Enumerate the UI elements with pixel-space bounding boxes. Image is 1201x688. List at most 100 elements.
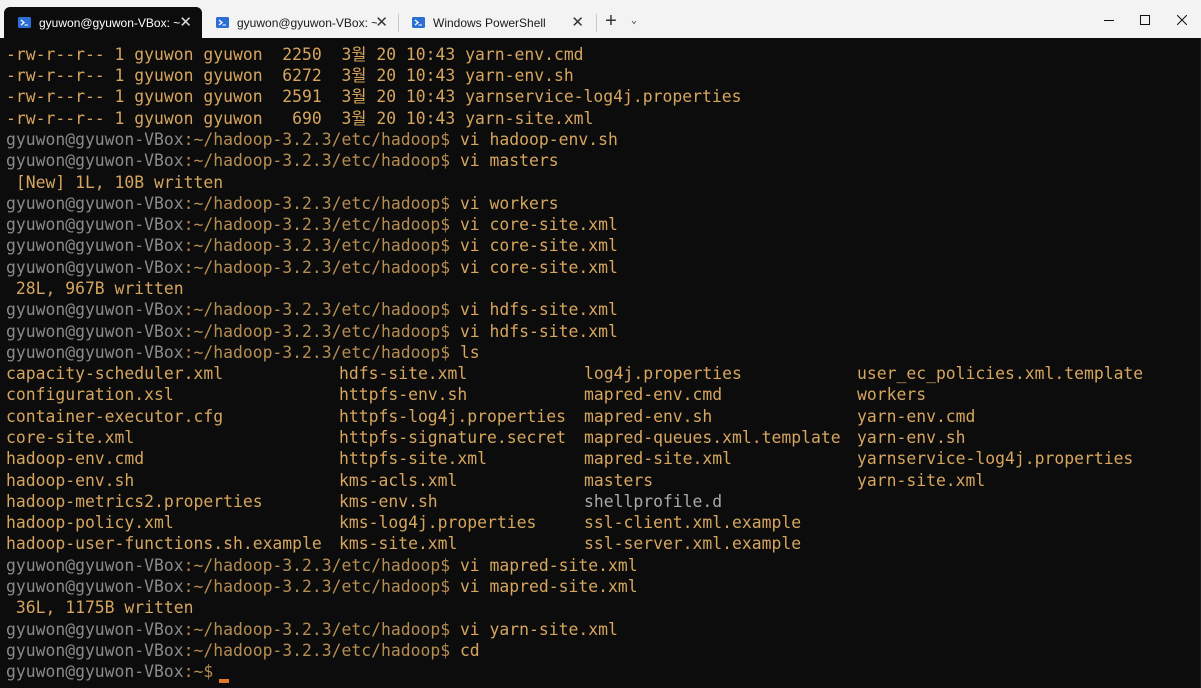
ls-row: core-site.xml <box>6 427 134 448</box>
ls-entry: mapred-queues.xml.template <box>584 428 841 447</box>
ls-entry: configuration.xsl <box>6 385 174 404</box>
file-listing-line: -rw-r--r-- 1 gyuwon gyuwon 2250 3월 20 10… <box>6 45 584 64</box>
prompt-path: :~/hadoop-3.2.3/etc/hadoop$ <box>183 300 451 319</box>
prompt-path: :~/hadoop-3.2.3/etc/hadoop$ <box>183 215 451 234</box>
prompt-user: gyuwon@gyuwon-VBox <box>6 343 184 362</box>
prompt-path: :~/hadoop-3.2.3/etc/hadoop$ <box>183 322 451 341</box>
close-tab-icon[interactable]: ✕ <box>375 15 388 30</box>
ls-entry: kms-log4j.properties <box>339 513 537 532</box>
tab-title: gyuwon@gyuwon-VBox: ~/da <box>237 15 377 30</box>
minimize-icon <box>1104 20 1114 21</box>
prompt-user: gyuwon@gyuwon-VBox <box>6 130 184 149</box>
output-message: 36L, 1175B written <box>6 598 194 617</box>
current-prompt-line[interactable]: gyuwon@gyuwon-VBox:~$ <box>6 661 230 683</box>
ls-entry: capacity-scheduler.xml <box>6 364 224 383</box>
window-close-button[interactable] <box>1159 5 1201 35</box>
prompt-path: :~/hadoop-3.2.3/etc/hadoop$ <box>183 620 451 639</box>
ls-entry: yarnservice-log4j.properties <box>857 449 1134 468</box>
ls-row: configuration.xsl <box>6 384 174 405</box>
ls-entry: mapred-env.cmd <box>584 385 723 404</box>
prompt-path: :~/hadoop-3.2.3/etc/hadoop$ <box>183 151 451 170</box>
ls-entry: httpfs-env.sh <box>339 385 468 404</box>
title-bar: gyuwon@gyuwon-VBox: ~ ✕ gyuwon@gyuwon-VB… <box>0 0 1201 38</box>
new-tab-button[interactable]: + <box>600 9 622 33</box>
tab-title: Windows PowerShell <box>433 15 546 30</box>
ls-row: hadoop-policy.xml <box>6 512 174 533</box>
prompt-user: gyuwon@gyuwon-VBox <box>6 151 184 170</box>
close-tab-icon[interactable]: ✕ <box>179 15 192 30</box>
ls-row: hadoop-env.sh <box>6 470 134 491</box>
ls-entry: mapred-env.sh <box>584 407 713 426</box>
prompt-user: gyuwon@gyuwon-VBox <box>6 662 184 681</box>
ls-row: hadoop-user-functions.sh.example <box>6 533 322 554</box>
prompt-user: gyuwon@gyuwon-VBox <box>6 258 184 277</box>
powershell-prompt-icon <box>412 17 425 28</box>
close-tab-icon[interactable]: ✕ <box>571 15 584 30</box>
command-line: gyuwon@gyuwon-VBox:~/hadoop-3.2.3/etc/ha… <box>6 214 618 235</box>
command-line: gyuwon@gyuwon-VBox:~/hadoop-3.2.3/etc/ha… <box>6 299 618 320</box>
command-text: vi mapred-site.xml <box>459 577 638 596</box>
command-text: vi mapred-site.xml <box>459 556 638 575</box>
ls-entry: yarn-site.xml <box>857 471 986 490</box>
ls-entry: kms-site.xml <box>339 534 458 553</box>
text-cursor <box>219 679 230 683</box>
output-message: 28L, 967B written <box>6 279 184 298</box>
ls-row: container-executor.cfg <box>6 406 223 427</box>
ls-entry: kms-acls.xml <box>339 471 458 490</box>
tab-title: gyuwon@gyuwon-VBox: ~ <box>39 15 181 30</box>
command-text: vi hdfs-site.xml <box>459 300 618 319</box>
prompt-path: :~/hadoop-3.2.3/etc/hadoop$ <box>183 258 451 277</box>
powershell-prompt-icon <box>216 17 229 28</box>
tab-dropdown-button[interactable]: ⌄ <box>626 11 642 31</box>
ls-entry: hadoop-env.cmd <box>6 449 145 468</box>
command-text: vi core-site.xml <box>459 215 618 234</box>
ls-entry: hadoop-metrics2.properties <box>6 492 263 511</box>
prompt-user: gyuwon@gyuwon-VBox <box>6 236 184 255</box>
prompt-path: :~/hadoop-3.2.3/etc/hadoop$ <box>183 236 451 255</box>
ls-entry: hadoop-policy.xml <box>6 513 174 532</box>
command-text: vi core-site.xml <box>459 258 618 277</box>
prompt-path: :~/hadoop-3.2.3/etc/hadoop$ <box>183 343 451 362</box>
ls-entry: yarn-env.sh <box>857 428 966 447</box>
command-text: cd <box>459 641 480 660</box>
ls-entry: core-site.xml <box>6 428 135 447</box>
prompt-path: :~/hadoop-3.2.3/etc/hadoop$ <box>183 194 451 213</box>
command-text: vi workers <box>459 194 559 213</box>
command-line: gyuwon@gyuwon-VBox:~/hadoop-3.2.3/etc/ha… <box>6 235 618 256</box>
ls-entry: httpfs-log4j.properties <box>339 407 566 426</box>
ls-directory-entry: shellprofile.d <box>584 492 723 511</box>
command-line: gyuwon@gyuwon-VBox:~/hadoop-3.2.3/etc/ha… <box>6 321 618 342</box>
ls-entry: workers <box>857 385 927 404</box>
prompt-user: gyuwon@gyuwon-VBox <box>6 322 184 341</box>
close-icon <box>1177 15 1187 25</box>
ls-entry: masters <box>584 471 654 490</box>
file-listing-line: -rw-r--r-- 1 gyuwon gyuwon 6272 3월 20 10… <box>6 66 574 85</box>
tab-windows-powershell[interactable]: Windows PowerShell ✕ <box>398 7 594 38</box>
prompt-path: :~/hadoop-3.2.3/etc/hadoop$ <box>183 130 451 149</box>
ls-row: hadoop-metrics2.properties <box>6 491 263 512</box>
tab-gyuwon-home[interactable]: gyuwon@gyuwon-VBox: ~ ✕ <box>4 7 202 38</box>
prompt-user: gyuwon@gyuwon-VBox <box>6 194 184 213</box>
command-line: gyuwon@gyuwon-VBox:~/hadoop-3.2.3/etc/ha… <box>6 640 480 661</box>
command-line: gyuwon@gyuwon-VBox:~/hadoop-3.2.3/etc/ha… <box>6 257 618 278</box>
ls-entry: log4j.properties <box>584 364 742 383</box>
command-text: ls <box>459 343 480 362</box>
ls-entry: kms-env.sh <box>339 492 438 511</box>
file-listing-line: -rw-r--r-- 1 gyuwon gyuwon 690 3월 20 10:… <box>6 109 594 128</box>
command-line: gyuwon@gyuwon-VBox:~/hadoop-3.2.3/etc/ha… <box>6 555 638 576</box>
ls-row: hadoop-env.cmd <box>6 448 144 469</box>
ls-entry: hadoop-env.sh <box>6 471 135 490</box>
ls-entry: httpfs-site.xml <box>339 449 488 468</box>
terminal-output[interactable]: -rw-r--r-- 1 gyuwon gyuwon 2250 3월 20 10… <box>0 38 1201 688</box>
ls-entry: hdfs-site.xml <box>339 364 468 383</box>
tab-gyuwon-data[interactable]: gyuwon@gyuwon-VBox: ~/da ✕ <box>202 7 398 38</box>
ls-entry: hadoop-user-functions.sh.example <box>6 534 322 553</box>
command-text: vi masters <box>459 151 559 170</box>
command-line: gyuwon@gyuwon-VBox:~/hadoop-3.2.3/etc/ha… <box>6 150 559 171</box>
command-text: vi hadoop-env.sh <box>459 130 618 149</box>
tab-separator <box>596 14 597 32</box>
prompt-path: :~/hadoop-3.2.3/etc/hadoop$ <box>183 556 451 575</box>
powershell-prompt-icon <box>18 17 31 28</box>
ls-entry: mapred-site.xml <box>584 449 733 468</box>
command-line: gyuwon@gyuwon-VBox:~/hadoop-3.2.3/etc/ha… <box>6 129 618 150</box>
